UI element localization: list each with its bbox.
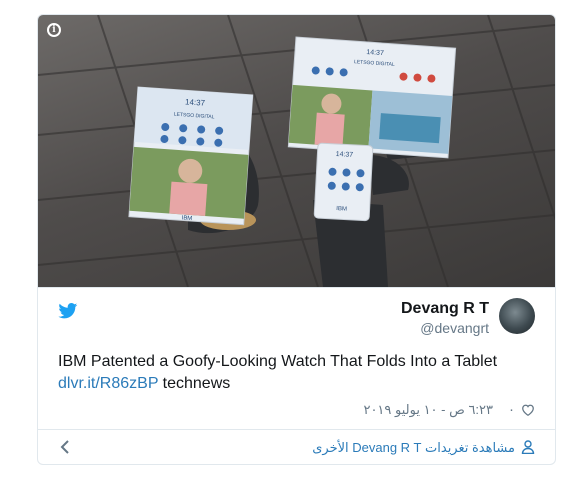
tweet-footer: مشاهدة تغريدات Devang R T الأخرى: [38, 431, 555, 464]
heart-icon[interactable]: [521, 403, 535, 417]
twitter-bird-icon[interactable]: [58, 303, 78, 319]
divider: [38, 429, 555, 430]
author-name[interactable]: Devang R T: [401, 300, 489, 318]
author-avatar[interactable]: [499, 298, 535, 334]
brand-small: IBM: [336, 206, 347, 213]
watch-photo: 14:37 LETSGO DIGITAL IBM 14:37 LETSGO DI…: [38, 15, 555, 287]
tweet-meta: ٠ ٦:٢٣ ص - ١٠ يوليو ٢٠١٩: [38, 401, 555, 421]
author-handle[interactable]: @devangrt: [420, 320, 489, 336]
tweet-tag: technews: [162, 375, 231, 392]
watch-time-right: 14:37: [366, 49, 384, 57]
user-icon: [521, 440, 535, 454]
more-tweets-link[interactable]: مشاهدة تغريدات Devang R T الأخرى: [312, 440, 515, 456]
tweet-body: IBM Patented a Goofy-Looking Watch That …: [58, 353, 498, 370]
divider: [38, 287, 555, 288]
info-icon[interactable]: i: [47, 23, 61, 37]
brand-left: IBM: [181, 215, 192, 222]
like-count: ٠: [508, 402, 515, 417]
watch-time-left: 14:37: [185, 97, 206, 107]
chevron-left-icon[interactable]: [60, 439, 70, 455]
watch-time-small: 14:37: [335, 151, 353, 159]
tweet-header: Devang R T @devangrt: [38, 298, 555, 342]
embedded-tweet-card: 14:37 LETSGO DIGITAL IBM 14:37 LETSGO DI…: [37, 14, 556, 465]
tweet-link[interactable]: dlvr.it/R86zBP: [58, 375, 158, 392]
tweet-timestamp[interactable]: ٦:٢٣ ص - ١٠ يوليو ٢٠١٩: [363, 402, 493, 418]
tweet-text: IBM Patented a Goofy-Looking Watch That …: [58, 351, 538, 395]
tweet-link-line: dlvr.it/R86zBP technews: [58, 373, 538, 395]
tweet-media-image[interactable]: 14:37 LETSGO DIGITAL IBM 14:37 LETSGO DI…: [38, 15, 555, 287]
